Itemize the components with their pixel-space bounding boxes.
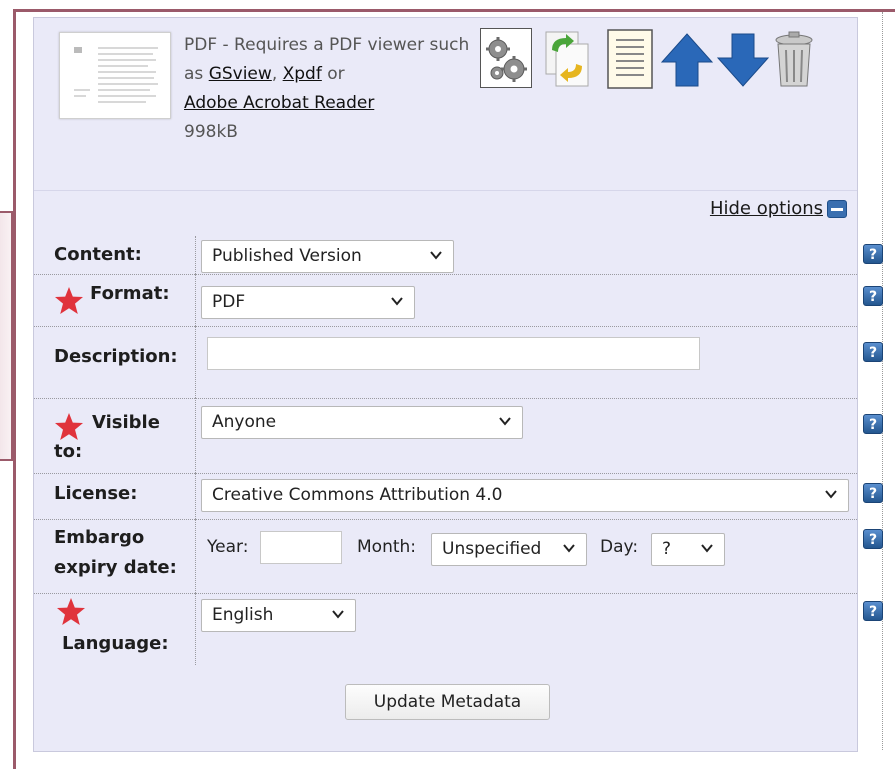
day-label: Day: [600, 537, 639, 557]
file-info: PDF - Requires a PDF viewer such as GSvi… [184, 31, 484, 147]
column-divider [882, 12, 883, 750]
file-header: PDF - Requires a PDF viewer such as GSvi… [34, 18, 857, 190]
year-label: Year: [207, 537, 249, 557]
description-label: Description: [54, 326, 196, 398]
acrobat-reader-link[interactable]: Adobe Acrobat Reader [184, 93, 374, 113]
document-panel: PDF - Requires a PDF viewer such as GSvi… [33, 17, 883, 752]
license-label: License: [54, 473, 196, 519]
language-help-icon[interactable]: ? [863, 601, 883, 621]
hide-options-toggle[interactable]: Hide options [710, 198, 847, 219]
language-select[interactable]: English [201, 599, 356, 632]
visible-to-select[interactable]: Anyone [201, 406, 523, 439]
arrow-down-icon[interactable] [716, 32, 770, 93]
visible-to-row: Visible to: Anyone ? [34, 398, 883, 474]
header-separator [34, 190, 857, 191]
gsview-link[interactable]: GSview [209, 64, 272, 84]
language-row: Language: English ? [34, 593, 883, 665]
text-document-icon[interactable] [604, 28, 656, 95]
day-select[interactable]: ? [651, 533, 725, 566]
content-help-icon[interactable]: ? [863, 244, 883, 264]
minus-icon [827, 199, 847, 218]
trash-icon[interactable] [772, 30, 816, 95]
visible-to-help-icon[interactable]: ? [863, 414, 883, 434]
description-row: Description: ? [34, 326, 883, 399]
side-panel-tab [0, 211, 13, 461]
month-label: Month: [357, 537, 417, 557]
chevron-down-icon [332, 610, 344, 619]
document-thumbnail[interactable] [59, 32, 171, 119]
xpdf-link[interactable]: Xpdf [283, 64, 322, 84]
required-star-icon [57, 598, 85, 625]
content-row: Content: Published Version ? [34, 236, 883, 275]
convert-icon[interactable] [542, 28, 594, 95]
visible-to-label: Visible to: [54, 398, 196, 473]
month-select[interactable]: Unspecified [431, 533, 587, 566]
license-select[interactable]: Creative Commons Attribution 4.0 [201, 479, 849, 512]
license-row: License: Creative Commons Attribution 4.… [34, 473, 883, 520]
description-help-icon[interactable]: ? [863, 342, 883, 362]
chevron-down-icon [430, 251, 442, 260]
year-input[interactable] [260, 531, 342, 564]
viewer-separator: , [271, 64, 278, 84]
chevron-down-icon [563, 544, 575, 553]
required-star-icon [55, 287, 83, 314]
chevron-down-icon [825, 490, 837, 499]
file-size: 998kB [184, 122, 238, 142]
or-text: or [327, 64, 345, 84]
embargo-row: Embargo expiry date: Year: Month: Unspec… [34, 519, 883, 594]
chevron-down-icon [391, 297, 403, 306]
format-select[interactable]: PDF [201, 286, 415, 319]
format-label: Format: [54, 274, 196, 326]
content-label: Content: [54, 236, 196, 274]
content-select[interactable]: Published Version [201, 240, 454, 273]
format-row: Format: PDF ? [34, 274, 883, 327]
gears-icon[interactable] [480, 28, 532, 88]
language-label: Language: [54, 593, 196, 665]
description-input[interactable] [207, 337, 700, 370]
chevron-down-icon [701, 544, 713, 553]
format-help-icon[interactable]: ? [863, 286, 883, 306]
update-metadata-button[interactable]: Update Metadata [345, 684, 550, 720]
arrow-up-icon[interactable] [660, 32, 714, 93]
embargo-help-icon[interactable]: ? [863, 529, 883, 549]
embargo-label: Embargo expiry date: [54, 519, 196, 593]
required-star-icon [55, 413, 83, 440]
license-help-icon[interactable]: ? [863, 483, 883, 503]
chevron-down-icon [499, 417, 511, 426]
hide-options-label: Hide options [709, 198, 823, 219]
